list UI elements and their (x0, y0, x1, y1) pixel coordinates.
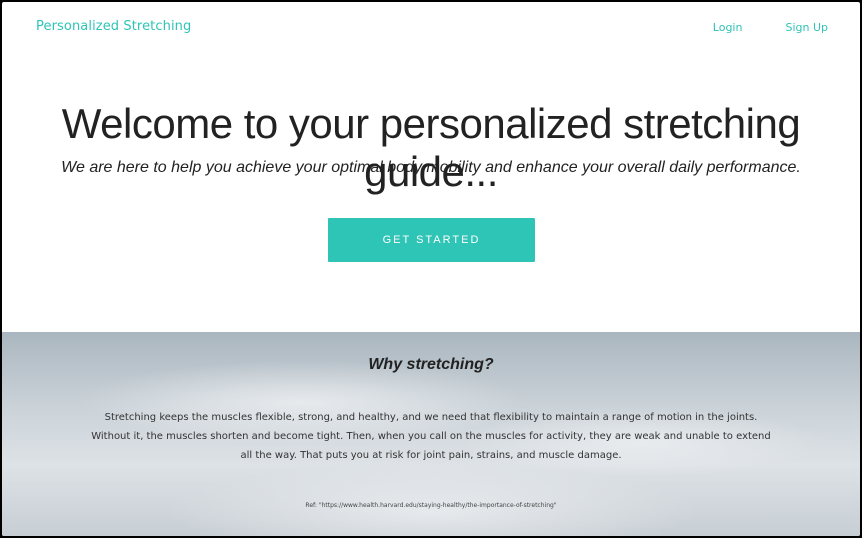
hero-title: Welcome to your personalized stretching … (61, 100, 801, 195)
reference-text: Ref: "https://www.health.harvard.edu/sta… (305, 502, 557, 509)
brand-link[interactable]: Personalized Stretching (36, 19, 191, 34)
navbar: Personalized Stretching Login Sign Up (2, 2, 860, 58)
why-title: Why stretching? (368, 356, 494, 373)
why-body-text: Stretching keeps the muscles flexible, s… (91, 412, 771, 461)
why-stretching-section: Why stretching? Stretching keeps the mus… (2, 332, 860, 536)
get-started-button[interactable]: GET STARTED (328, 218, 535, 262)
hero-subtitle: We are here to help you achieve your opt… (61, 159, 801, 176)
login-link[interactable]: Login (713, 21, 743, 34)
nav-links: Login Sign Up (713, 21, 828, 34)
signup-link[interactable]: Sign Up (785, 21, 828, 34)
hero-section: Welcome to your personalized stretching … (2, 58, 860, 332)
browser-viewport: Personalized Stretching Login Sign Up We… (2, 2, 860, 536)
